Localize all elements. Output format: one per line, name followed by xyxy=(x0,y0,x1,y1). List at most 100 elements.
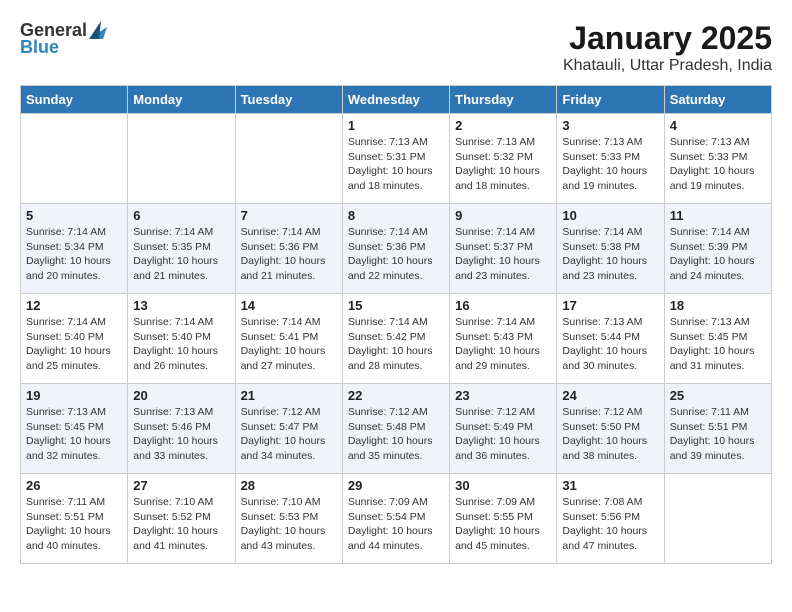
table-row: 1 Sunrise: 7:13 AM Sunset: 5:31 PM Daylig… xyxy=(342,114,449,204)
table-row: 17 Sunrise: 7:13 AM Sunset: 5:44 PM Dayli… xyxy=(557,294,664,384)
day-number: 10 xyxy=(562,208,658,223)
day-info: Sunrise: 7:14 AM Sunset: 5:38 PM Dayligh… xyxy=(562,225,658,284)
logo: General Blue xyxy=(20,20,107,58)
table-row: 23Sunrise: 7:12 AM Sunset: 5:49 PM Dayli… xyxy=(450,384,557,474)
day-info: Sunrise: 7:12 AM Sunset: 5:47 PM Dayligh… xyxy=(241,405,337,464)
table-row: 28Sunrise: 7:10 AM Sunset: 5:53 PM Dayli… xyxy=(235,474,342,564)
table-row: 11 Sunrise: 7:14 AM Sunset: 5:39 PM Dayli… xyxy=(664,204,771,294)
day-number: 17 xyxy=(562,298,658,313)
day-info: Sunrise: 7:09 AM Sunset: 5:55 PM Dayligh… xyxy=(455,495,551,554)
day-number: 31 xyxy=(562,478,658,493)
table-row: 21 Sunrise: 7:12 AM Sunset: 5:47 PM Dayli… xyxy=(235,384,342,474)
table-row xyxy=(21,114,128,204)
day-number: 19 xyxy=(26,388,122,403)
calendar-table: Sunday Monday Tuesday Wednesday Thursday… xyxy=(20,85,772,564)
calendar-title: January 2025 xyxy=(563,20,772,57)
logo-bird-icon xyxy=(89,19,107,39)
table-row: 19 Sunrise: 7:13 AM Sunset: 5:45 PM Dayli… xyxy=(21,384,128,474)
day-number: 1 xyxy=(348,118,444,133)
day-number: 25 xyxy=(670,388,766,403)
day-info: Sunrise: 7:10 AM Sunset: 5:52 PM Dayligh… xyxy=(133,495,229,554)
table-row: 3 Sunrise: 7:13 AM Sunset: 5:33 PM Daylig… xyxy=(557,114,664,204)
day-info: Sunrise: 7:14 AM Sunset: 5:36 PM Dayligh… xyxy=(241,225,337,284)
day-number: 21 xyxy=(241,388,337,403)
day-number: 28 xyxy=(241,478,337,493)
table-row: 12 Sunrise: 7:14 AM Sunset: 5:40 PM Dayli… xyxy=(21,294,128,384)
calendar-header-row: Sunday Monday Tuesday Wednesday Thursday… xyxy=(21,86,772,114)
day-info: Sunrise: 7:11 AM Sunset: 5:51 PM Dayligh… xyxy=(670,405,766,464)
day-info: Sunrise: 7:13 AM Sunset: 5:33 PM Dayligh… xyxy=(562,135,658,194)
table-row: 14 Sunrise: 7:14 AM Sunset: 5:41 PM Dayli… xyxy=(235,294,342,384)
table-row: 10 Sunrise: 7:14 AM Sunset: 5:38 PM Dayli… xyxy=(557,204,664,294)
day-number: 30 xyxy=(455,478,551,493)
day-info: Sunrise: 7:12 AM Sunset: 5:50 PM Dayligh… xyxy=(562,405,658,464)
calendar-subtitle: Khatauli, Uttar Pradesh, India xyxy=(563,57,772,75)
day-number: 5 xyxy=(26,208,122,223)
table-row: 9 Sunrise: 7:14 AM Sunset: 5:37 PM Daylig… xyxy=(450,204,557,294)
table-row: 16 Sunrise: 7:14 AM Sunset: 5:43 PM Dayli… xyxy=(450,294,557,384)
table-row: 7Sunrise: 7:14 AM Sunset: 5:36 PM Daylig… xyxy=(235,204,342,294)
table-row: 4Sunrise: 7:13 AM Sunset: 5:33 PM Daylig… xyxy=(664,114,771,204)
table-row: 8Sunrise: 7:14 AM Sunset: 5:36 PM Daylig… xyxy=(342,204,449,294)
header-sunday: Sunday xyxy=(21,86,128,114)
header-monday: Monday xyxy=(128,86,235,114)
table-row: 22Sunrise: 7:12 AM Sunset: 5:48 PM Dayli… xyxy=(342,384,449,474)
day-info: Sunrise: 7:14 AM Sunset: 5:40 PM Dayligh… xyxy=(26,315,122,374)
day-info: Sunrise: 7:13 AM Sunset: 5:45 PM Dayligh… xyxy=(26,405,122,464)
day-number: 27 xyxy=(133,478,229,493)
table-row: 29 Sunrise: 7:09 AM Sunset: 5:54 PM Dayli… xyxy=(342,474,449,564)
calendar-week-row: 12 Sunrise: 7:14 AM Sunset: 5:40 PM Dayli… xyxy=(21,294,772,384)
day-number: 6 xyxy=(133,208,229,223)
table-row: 20 Sunrise: 7:13 AM Sunset: 5:46 PM Dayli… xyxy=(128,384,235,474)
day-number: 11 xyxy=(670,208,766,223)
day-number: 22 xyxy=(348,388,444,403)
day-number: 23 xyxy=(455,388,551,403)
day-number: 2 xyxy=(455,118,551,133)
table-row xyxy=(128,114,235,204)
day-number: 15 xyxy=(348,298,444,313)
day-number: 9 xyxy=(455,208,551,223)
day-info: Sunrise: 7:14 AM Sunset: 5:41 PM Dayligh… xyxy=(241,315,337,374)
table-row xyxy=(235,114,342,204)
calendar-week-row: 5Sunrise: 7:14 AM Sunset: 5:34 PM Daylig… xyxy=(21,204,772,294)
table-row: 6Sunrise: 7:14 AM Sunset: 5:35 PM Daylig… xyxy=(128,204,235,294)
day-info: Sunrise: 7:14 AM Sunset: 5:37 PM Dayligh… xyxy=(455,225,551,284)
day-number: 16 xyxy=(455,298,551,313)
day-info: Sunrise: 7:09 AM Sunset: 5:54 PM Dayligh… xyxy=(348,495,444,554)
day-number: 4 xyxy=(670,118,766,133)
day-info: Sunrise: 7:13 AM Sunset: 5:45 PM Dayligh… xyxy=(670,315,766,374)
day-number: 13 xyxy=(133,298,229,313)
table-row: 31 Sunrise: 7:08 AM Sunset: 5:56 PM Dayli… xyxy=(557,474,664,564)
day-number: 12 xyxy=(26,298,122,313)
day-info: Sunrise: 7:14 AM Sunset: 5:43 PM Dayligh… xyxy=(455,315,551,374)
table-row: 5Sunrise: 7:14 AM Sunset: 5:34 PM Daylig… xyxy=(21,204,128,294)
day-info: Sunrise: 7:13 AM Sunset: 5:44 PM Dayligh… xyxy=(562,315,658,374)
page-header: General Blue January 2025 Khatauli, Utta… xyxy=(20,20,772,75)
calendar-week-row: 19 Sunrise: 7:13 AM Sunset: 5:45 PM Dayli… xyxy=(21,384,772,474)
header-saturday: Saturday xyxy=(664,86,771,114)
day-number: 29 xyxy=(348,478,444,493)
day-info: Sunrise: 7:13 AM Sunset: 5:32 PM Dayligh… xyxy=(455,135,551,194)
day-number: 20 xyxy=(133,388,229,403)
calendar-week-row: 26Sunrise: 7:11 AM Sunset: 5:51 PM Dayli… xyxy=(21,474,772,564)
day-info: Sunrise: 7:13 AM Sunset: 5:31 PM Dayligh… xyxy=(348,135,444,194)
table-row: 26Sunrise: 7:11 AM Sunset: 5:51 PM Dayli… xyxy=(21,474,128,564)
header-tuesday: Tuesday xyxy=(235,86,342,114)
title-section: January 2025 Khatauli, Uttar Pradesh, In… xyxy=(563,20,772,75)
table-row: 25 Sunrise: 7:11 AM Sunset: 5:51 PM Dayli… xyxy=(664,384,771,474)
table-row: 15 Sunrise: 7:14 AM Sunset: 5:42 PM Dayli… xyxy=(342,294,449,384)
day-number: 26 xyxy=(26,478,122,493)
table-row: 18 Sunrise: 7:13 AM Sunset: 5:45 PM Dayli… xyxy=(664,294,771,384)
day-number: 14 xyxy=(241,298,337,313)
day-number: 3 xyxy=(562,118,658,133)
table-row: 27 Sunrise: 7:10 AM Sunset: 5:52 PM Dayli… xyxy=(128,474,235,564)
day-info: Sunrise: 7:08 AM Sunset: 5:56 PM Dayligh… xyxy=(562,495,658,554)
header-wednesday: Wednesday xyxy=(342,86,449,114)
day-info: Sunrise: 7:14 AM Sunset: 5:42 PM Dayligh… xyxy=(348,315,444,374)
day-number: 18 xyxy=(670,298,766,313)
day-info: Sunrise: 7:13 AM Sunset: 5:46 PM Dayligh… xyxy=(133,405,229,464)
header-thursday: Thursday xyxy=(450,86,557,114)
day-info: Sunrise: 7:14 AM Sunset: 5:39 PM Dayligh… xyxy=(670,225,766,284)
table-row: 2 Sunrise: 7:13 AM Sunset: 5:32 PM Daylig… xyxy=(450,114,557,204)
calendar-week-row: 1 Sunrise: 7:13 AM Sunset: 5:31 PM Daylig… xyxy=(21,114,772,204)
